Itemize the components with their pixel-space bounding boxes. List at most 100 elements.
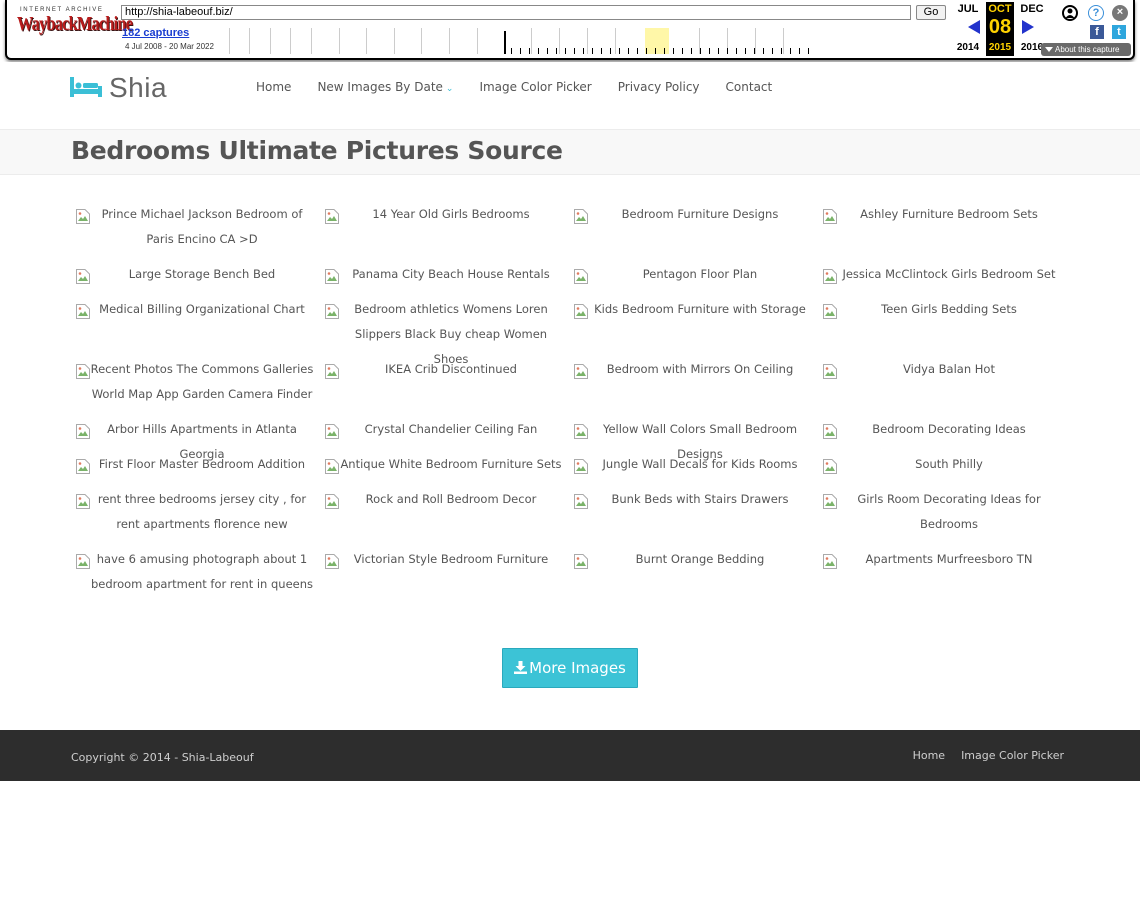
image-link[interactable]: Girls Room Decorating Ideas for Bedrooms xyxy=(820,487,1064,537)
nav-item-contact[interactable]: Contact xyxy=(713,80,786,94)
broken-image-icon xyxy=(823,493,837,509)
about-capture-button[interactable]: About this capture xyxy=(1041,43,1131,56)
image-link[interactable]: Crystal Chandelier Ceiling Fan xyxy=(322,417,566,442)
image-caption: Victorian Style Bedroom Furniture xyxy=(353,552,549,566)
image-caption: rent three bedrooms jersey city , for re… xyxy=(97,492,307,531)
footer-nav: Home Image Color Picker xyxy=(897,749,1064,762)
broken-image-icon xyxy=(574,458,588,474)
image-caption: Crystal Chandelier Ceiling Fan xyxy=(364,422,538,436)
image-link[interactable]: Antique White Bedroom Furniture Sets xyxy=(322,452,566,477)
next-month-label[interactable]: DEC xyxy=(1016,3,1048,15)
timeline-capture-spike xyxy=(504,31,506,54)
image-link[interactable]: IKEA Crib Discontinued xyxy=(322,357,566,382)
wayback-go-button[interactable]: Go xyxy=(916,5,946,20)
broken-image-icon xyxy=(325,363,339,379)
broken-image-icon xyxy=(823,458,837,474)
user-icon[interactable] xyxy=(1062,5,1078,21)
broken-image-icon xyxy=(76,363,90,379)
nav-item-privacy[interactable]: Privacy Policy xyxy=(605,80,713,94)
image-link[interactable]: Apartments Murfreesboro TN xyxy=(820,547,1064,572)
image-caption: Panama City Beach House Rentals xyxy=(352,267,550,281)
current-capture-date: OCT 08 2015 xyxy=(986,2,1014,56)
prev-month-label[interactable]: JUL xyxy=(952,3,984,15)
image-link[interactable]: Bunk Beds with Stairs Drawers xyxy=(571,487,815,512)
image-caption: IKEA Crib Discontinued xyxy=(385,362,517,376)
image-caption: Teen Girls Bedding Sets xyxy=(881,302,1017,316)
close-icon[interactable]: × xyxy=(1112,5,1128,21)
image-link[interactable]: Pentagon Floor Plan xyxy=(571,262,815,287)
wayback-timeline[interactable] xyxy=(219,28,947,54)
image-link[interactable]: Medical Billing Organizational Chart xyxy=(73,297,317,322)
image-link[interactable]: have 6 amusing photograph about 1 bedroo… xyxy=(73,547,317,597)
chevron-down-icon: ⌄ xyxy=(445,84,454,94)
image-caption: South Philly xyxy=(915,457,983,471)
image-link[interactable]: Recent Photos The Commons Galleries Worl… xyxy=(73,357,317,407)
image-caption: Kids Bedroom Furniture with Storage xyxy=(594,302,806,316)
footer-link-home[interactable]: Home xyxy=(913,749,945,762)
image-link[interactable]: Vidya Balan Hot xyxy=(820,357,1064,382)
wayback-logo-main: WaybackMachine xyxy=(17,13,133,35)
broken-image-icon xyxy=(823,363,837,379)
broken-image-icon xyxy=(325,458,339,474)
broken-image-icon xyxy=(574,363,588,379)
broken-image-icon xyxy=(823,303,837,319)
wayback-captures-link[interactable]: 182 captures xyxy=(122,27,189,39)
image-link[interactable]: Jungle Wall Decals for Kids Rooms xyxy=(571,452,815,477)
broken-image-icon xyxy=(574,553,588,569)
timeline-year-tick xyxy=(229,28,230,54)
image-link[interactable]: Ashley Furniture Bedroom Sets xyxy=(820,202,1064,227)
image-caption: Rock and Roll Bedroom Decor xyxy=(365,492,537,506)
broken-image-icon xyxy=(76,268,90,284)
image-link[interactable]: South Philly xyxy=(820,452,1064,477)
image-link[interactable]: Kids Bedroom Furniture with Storage xyxy=(571,297,815,322)
broken-image-icon xyxy=(574,303,588,319)
broken-image-icon xyxy=(823,553,837,569)
broken-image-icon xyxy=(76,208,90,224)
help-icon[interactable]: ? xyxy=(1088,5,1104,21)
nav-item-color-picker[interactable]: Image Color Picker xyxy=(466,80,604,94)
next-capture-arrow-icon[interactable] xyxy=(1022,20,1034,34)
broken-image-icon xyxy=(574,423,588,439)
image-link[interactable]: Bedroom with Mirrors On Ceiling xyxy=(571,357,815,382)
broken-image-icon xyxy=(574,208,588,224)
prev-year-label[interactable]: 2014 xyxy=(952,42,984,53)
image-link[interactable]: Victorian Style Bedroom Furniture xyxy=(322,547,566,572)
copyright-text: Copyright © 2014 - Shia-Labeouf xyxy=(71,751,254,764)
image-link[interactable]: 14 Year Old Girls Bedrooms xyxy=(322,202,566,227)
image-link[interactable]: Panama City Beach House Rentals xyxy=(322,262,566,287)
image-link[interactable]: Large Storage Bench Bed xyxy=(73,262,317,287)
nav-item-new-images[interactable]: New Images By Date ⌄ xyxy=(304,80,466,94)
image-caption: Jungle Wall Decals for Kids Rooms xyxy=(602,457,798,471)
twitter-icon[interactable]: t xyxy=(1112,25,1126,39)
broken-image-icon xyxy=(325,423,339,439)
more-images-label: More Images xyxy=(529,659,626,677)
image-caption: Burnt Orange Bedding xyxy=(635,552,765,566)
image-caption: Bedroom with Mirrors On Ceiling xyxy=(606,362,794,376)
image-link[interactable]: Bedroom Decorating Ideas xyxy=(820,417,1064,442)
current-month: OCT xyxy=(988,3,1012,15)
wayback-logo[interactable]: INTERNET ARCHIVE WaybackMachine xyxy=(17,7,133,45)
download-icon xyxy=(514,650,528,688)
timeline-year-tick xyxy=(339,28,340,54)
image-caption: 14 Year Old Girls Bedrooms xyxy=(372,207,530,221)
prev-capture-arrow-icon[interactable] xyxy=(968,20,980,34)
image-link[interactable]: Teen Girls Bedding Sets xyxy=(820,297,1064,322)
footer-link-color-picker[interactable]: Image Color Picker xyxy=(961,749,1064,762)
brand-logo[interactable]: Shia xyxy=(70,71,167,105)
wayback-capture-range: 4 Jul 2008 - 20 Mar 2022 xyxy=(125,42,214,51)
image-link[interactable]: rent three bedrooms jersey city , for re… xyxy=(73,487,317,537)
image-link[interactable]: Bedroom Furniture Designs xyxy=(571,202,815,227)
image-link[interactable]: First Floor Master Bedroom Addition xyxy=(73,452,317,477)
image-link[interactable]: Burnt Orange Bedding xyxy=(571,547,815,572)
image-link[interactable]: Prince Michael Jackson Bedroom of Paris … xyxy=(73,202,317,252)
image-link[interactable]: Rock and Roll Bedroom Decor xyxy=(322,487,566,512)
title-band: Bedrooms Ultimate Pictures Source xyxy=(0,130,1140,175)
more-images-button[interactable]: More Images xyxy=(502,648,638,688)
wayback-url-input[interactable]: http://shia-labeouf.biz/ xyxy=(121,5,911,20)
site-header: Shia Home New Images By Date ⌄ Image Colo… xyxy=(0,62,1140,130)
facebook-icon[interactable]: f xyxy=(1090,25,1104,39)
image-caption: Pentagon Floor Plan xyxy=(642,267,758,281)
nav-item-home[interactable]: Home xyxy=(243,80,304,94)
broken-image-icon xyxy=(574,493,588,509)
image-link[interactable]: Jessica McClintock Girls Bedroom Set xyxy=(820,262,1064,287)
